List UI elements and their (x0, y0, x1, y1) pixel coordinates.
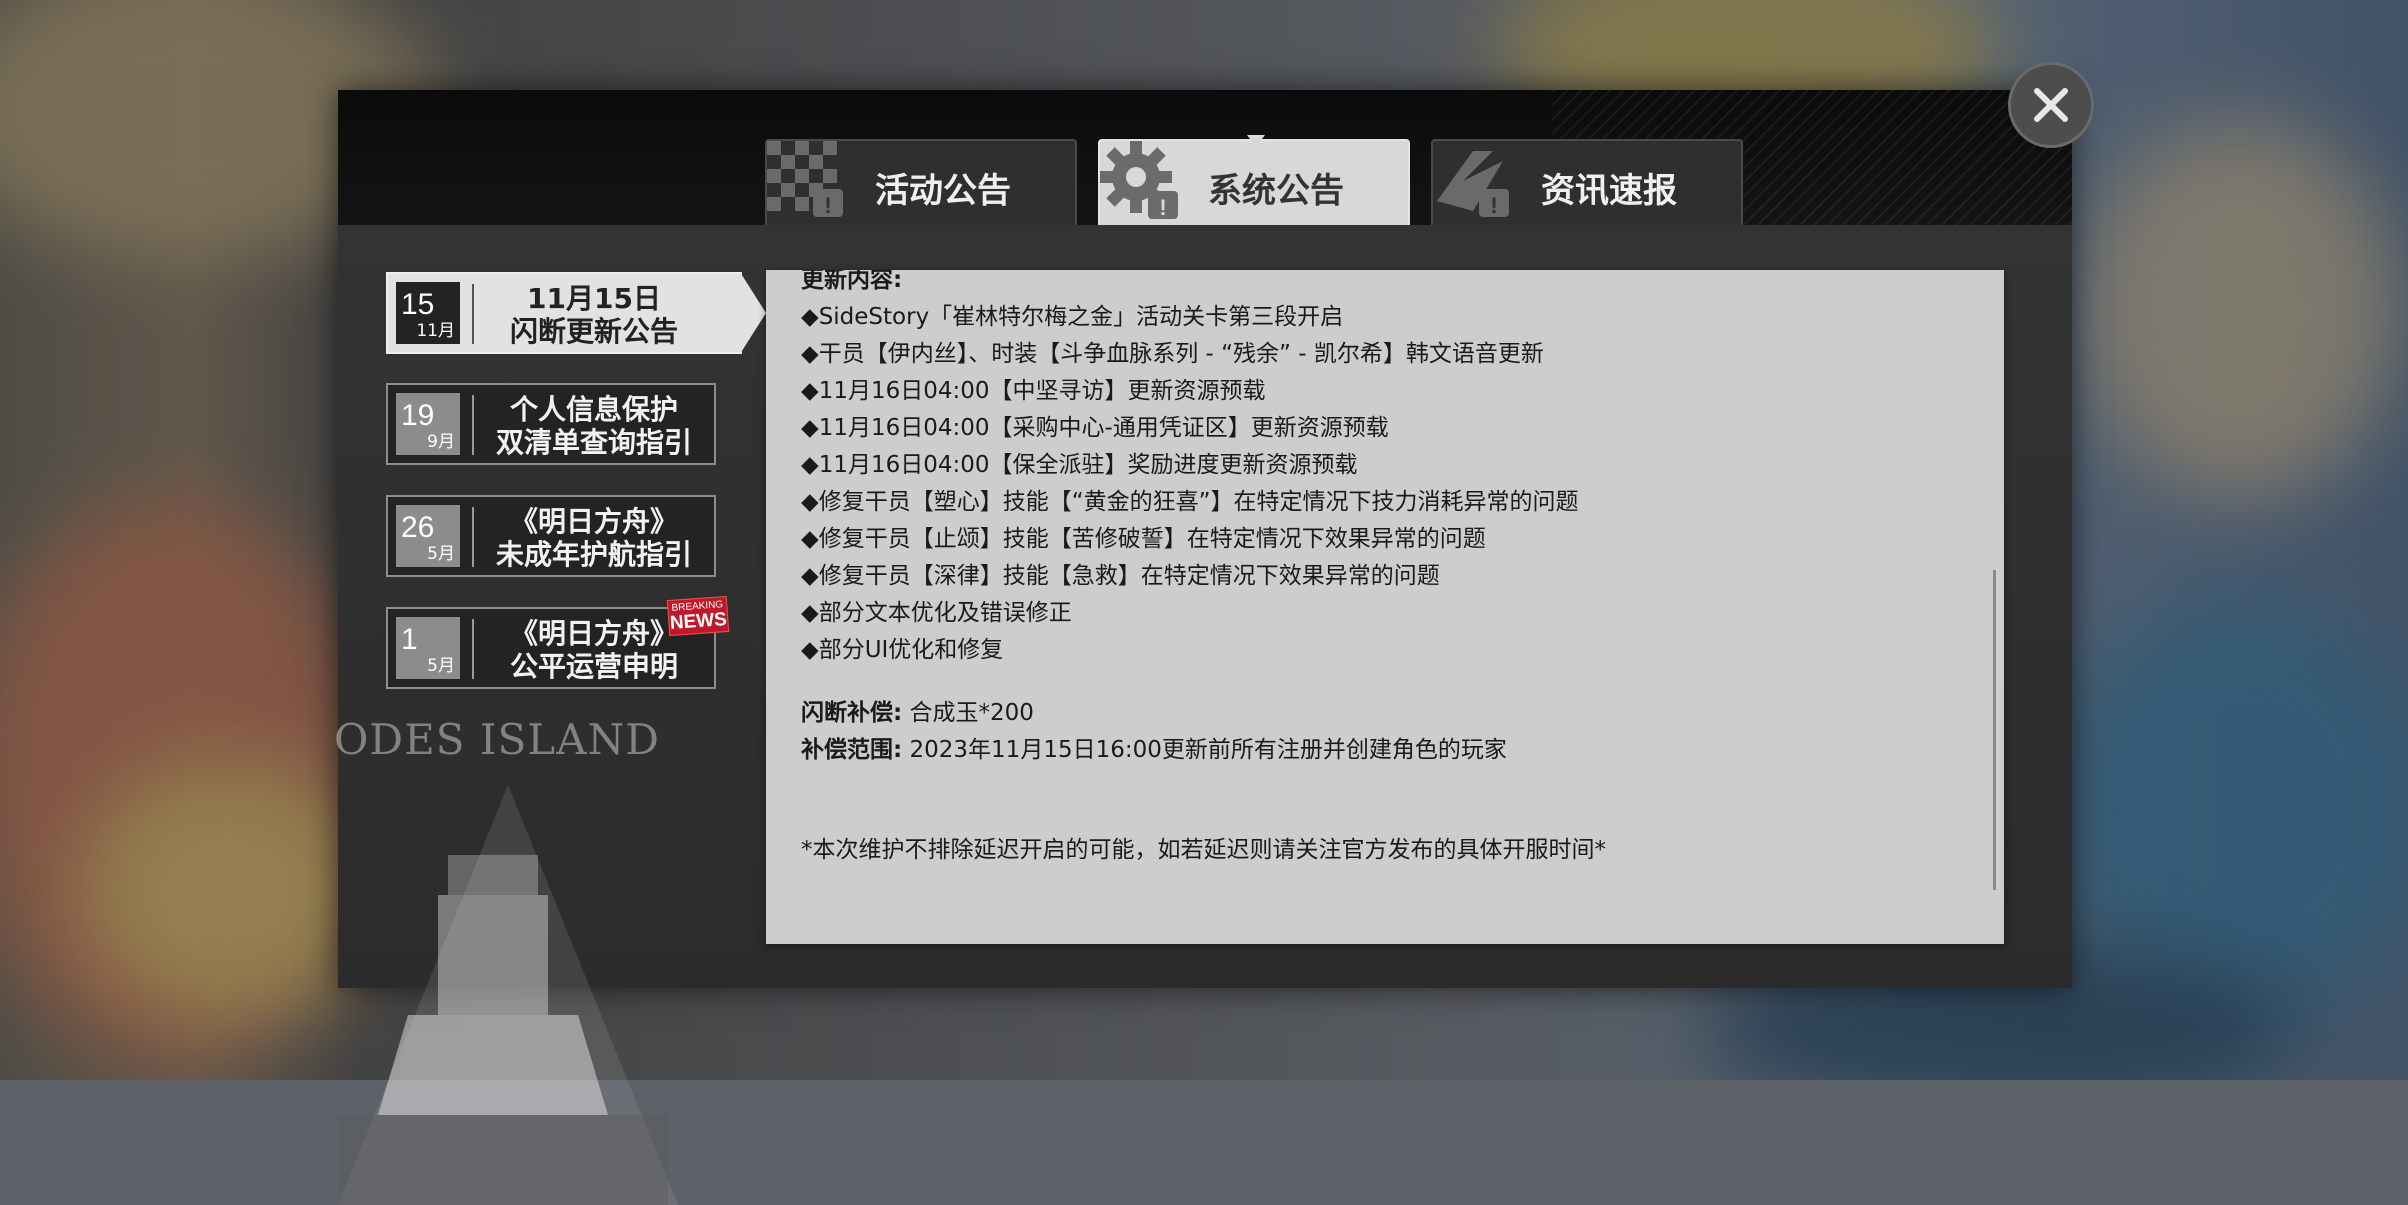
content-heading: 更新内容: (801, 270, 903, 293)
tab-news[interactable]: ! 资讯速报 (1431, 139, 1743, 225)
date-box: 26 5月 (396, 505, 460, 567)
close-button[interactable] (2008, 62, 2094, 148)
divider (472, 284, 474, 344)
checkered-flag-icon: ! (767, 141, 843, 218)
rhodes-island-emblem (338, 785, 678, 1205)
svg-text:!: ! (1490, 193, 1497, 218)
svg-text:!: ! (824, 193, 831, 218)
update-item: ◆修复干员【深律】技能【急救】在特定情况下效果异常的问题 (801, 563, 1440, 589)
update-item: ◆11月16日04:00【中坚寻访】更新资源预载 (801, 378, 1266, 404)
update-item: ◆11月16日04:00【采购中心-通用凭证区】更新资源预载 (801, 415, 1389, 441)
tab-activity-label: 活动公告 (875, 171, 1011, 211)
emblem-text: ODES ISLAND (334, 715, 660, 764)
date-month: 5月 (427, 656, 455, 676)
tab-news-label: 资讯速报 (1541, 171, 1677, 211)
close-icon (2034, 88, 2068, 122)
footnote: *本次维护不排除延迟开启的可能，如若延迟则请关注官方发布的具体开服时间* (801, 837, 1606, 863)
update-item: ◆修复干员【止颂】技能【苦修破誓】在特定情况下效果异常的问题 (801, 526, 1486, 552)
sidebar-item-fair-operation[interactable]: 1 5月 《明日方舟》 公平运营申明 (386, 607, 716, 689)
update-item: ◆干员【伊内丝】、时装【斗争血脉系列 - “残余” - 凯尔希】韩文语音更新 (801, 341, 1544, 367)
date-month: 5月 (427, 544, 455, 564)
sidebar-item-maintenance[interactable]: 15 11月 11月15日 闪断更新公告 (386, 272, 766, 354)
tab-system-label: 系统公告 (1208, 171, 1344, 211)
divider (472, 619, 474, 679)
title-line-2: 双清单查询指引 (495, 426, 692, 459)
selected-arrow (740, 272, 766, 354)
update-item: ◆SideStory「崔林特尔梅之金」活动关卡第三段开启 (801, 304, 1344, 330)
title-line-1: 个人信息保护 (509, 393, 678, 426)
sidebar-item-minor-protection[interactable]: 26 5月 《明日方舟》 未成年护航指引 (386, 495, 716, 577)
scrollbar[interactable] (1993, 570, 1996, 890)
date-month: 9月 (427, 432, 455, 452)
gear-icon: ! (1100, 141, 1178, 220)
compensation-line: 闪断补偿: 合成玉*200 (801, 695, 1974, 732)
update-item: ◆部分UI优化和修复 (801, 637, 1004, 663)
title-line-2: 未成年护航指引 (495, 538, 692, 571)
divider (472, 395, 474, 455)
scope-value: 2023年11月15日16:00更新前所有注册并创建角色的玩家 (909, 737, 1507, 763)
update-item: ◆修复干员【塑心】技能【“黄金的狂喜”】在特定情况下技力消耗异常的问题 (801, 489, 1579, 515)
sidebar-item-title: 11月15日 闪断更新公告 (484, 282, 704, 348)
title-line-1: 《明日方舟》 (509, 505, 678, 538)
title-line-1: 11月15日 (527, 282, 661, 315)
sidebar-item-privacy[interactable]: 19 9月 个人信息保护 双清单查询指引 (386, 383, 716, 465)
active-tab-pointer (1247, 135, 1265, 147)
date-box: 1 5月 (396, 617, 460, 679)
tab-system[interactable]: ! 系统公告 (1098, 139, 1410, 225)
divider (472, 507, 474, 567)
content-scroll: 更新内容: ◆SideStory「崔林特尔梅之金」活动关卡第三段开启 ◆干员【伊… (801, 270, 1974, 869)
announcement-content[interactable]: 更新内容: ◆SideStory「崔林特尔梅之金」活动关卡第三段开启 ◆干员【伊… (766, 270, 2004, 944)
date-box: 15 11月 (396, 282, 460, 344)
compensation-value: 合成玉*200 (909, 700, 1034, 726)
sidebar-item-title: 个人信息保护 双清单查询指引 (484, 393, 704, 459)
scope-line: 补偿范围: 2023年11月15日16:00更新前所有注册并创建角色的玩家 (801, 732, 1974, 769)
update-item: ◆11月16日04:00【保全派驻】奖励进度更新资源预载 (801, 452, 1358, 478)
sidebar-item-title: 《明日方舟》 未成年护航指引 (484, 505, 704, 571)
update-item: ◆部分文本优化及错误修正 (801, 600, 1072, 626)
date-day: 1 (401, 623, 418, 656)
megaphone-icon: ! (1437, 151, 1509, 218)
tab-activity[interactable]: ! 活动公告 (765, 139, 1077, 225)
date-month: 11月 (416, 321, 455, 341)
badge-bottom-text: NEWS (669, 609, 728, 634)
title-line-2: 闪断更新公告 (509, 315, 678, 348)
svg-text:!: ! (1159, 195, 1166, 220)
date-box: 19 9月 (396, 393, 460, 455)
breaking-news-badge: BREAKING NEWS (666, 595, 730, 637)
compensation-label: 闪断补偿: (801, 700, 903, 726)
scope-label: 补偿范围: (801, 737, 903, 763)
title-line-2: 公平运营申明 (509, 650, 678, 683)
